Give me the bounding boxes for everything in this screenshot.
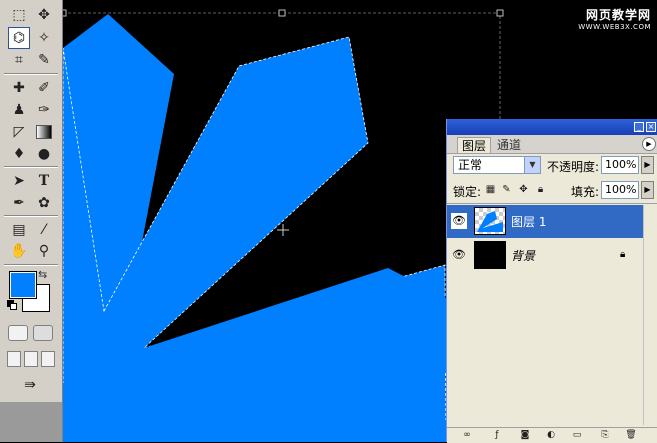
slice-icon[interactable]: ✎ — [33, 49, 55, 71]
transform-handle — [496, 9, 504, 17]
eye-icon[interactable]: 👁︎ — [451, 247, 467, 263]
screen-mode-full-button[interactable] — [41, 351, 55, 367]
lock-position-icon[interactable]: ✥ — [518, 184, 529, 196]
layer-row[interactable]: 👁︎ 图层 1 — [447, 205, 643, 238]
toolbox-bottom — [0, 402, 62, 442]
quick-mask-button[interactable] — [33, 325, 53, 341]
pen-icon[interactable]: ✒ — [8, 192, 30, 214]
blend-row: 正常 ▼ 不透明度: 100% ▶ — [447, 154, 657, 178]
layers-panel: _ × 图层 通道 ▶ 正常 ▼ 不透明度: 100% ▶ 锁定: ▦ ✎ ✥ … — [446, 119, 657, 443]
new-group-icon[interactable]: ▭ — [571, 429, 583, 441]
watermark-url: WWW.WEB3X.COM — [578, 23, 651, 31]
blend-mode-select[interactable]: 正常 ▼ — [453, 156, 541, 174]
layer-style-icon[interactable]: ƒ — [491, 429, 503, 441]
jump-to-imageready-icon[interactable]: ⇛ — [8, 374, 52, 396]
transform-handle — [278, 9, 286, 17]
eye-icon[interactable]: 👁︎ — [451, 213, 467, 229]
panel-titlebar[interactable]: _ × — [447, 119, 657, 135]
type-icon[interactable]: T — [33, 170, 55, 192]
minimize-icon[interactable]: _ — [634, 122, 644, 132]
lock-row: 锁定: ▦ ✎ ✥ 🔒︎ 填充: 100% ▶ — [447, 179, 657, 204]
panel-footer: ∞ ƒ ◙ ◐ ▭ ⎘ 🗑︎ — [447, 427, 657, 443]
lock-all-icon[interactable]: 🔒︎ — [535, 184, 546, 196]
eraser-icon[interactable]: ◸ — [8, 121, 30, 143]
crosshair-cursor-icon — [277, 224, 289, 236]
layer-name: 图层 1 — [511, 215, 547, 229]
trash-icon[interactable]: 🗑︎ — [625, 429, 637, 441]
fill-input[interactable]: 100% — [601, 181, 639, 199]
notes-icon[interactable]: ▤ — [8, 219, 30, 241]
zoom-icon[interactable]: ⚲ — [33, 240, 55, 262]
custom-shape-icon[interactable]: ✿ — [33, 192, 55, 214]
clone-stamp-icon[interactable]: ♟ — [8, 99, 30, 121]
hand-icon[interactable]: ✋ — [8, 240, 30, 262]
lock-icon: 🔒︎ — [620, 249, 626, 260]
watermark: 网页教学网 WWW.WEB3X.COM — [578, 6, 651, 31]
toolbox-separator — [4, 215, 58, 217]
new-layer-icon[interactable]: ⎘ — [599, 429, 611, 441]
path-select-icon[interactable]: ➤ — [8, 170, 30, 192]
adjustment-layer-icon[interactable]: ◐ — [545, 429, 557, 441]
tab-layers[interactable]: 图层 — [457, 137, 492, 153]
fill-slider-button[interactable]: ▶ — [641, 181, 654, 199]
panel-tabs: 图层 通道 ▶ — [447, 135, 657, 154]
blur-icon[interactable]: ♦ — [8, 143, 30, 165]
dodge-icon[interactable]: ● — [33, 143, 55, 165]
magic-wand-icon[interactable]: ✧ — [33, 27, 55, 49]
default-colors-icon[interactable] — [7, 300, 17, 310]
gradient-icon[interactable] — [33, 121, 55, 143]
lock-label: 锁定: — [453, 185, 482, 199]
healing-brush-icon[interactable]: ✚ — [8, 77, 30, 99]
toolbox-separator — [4, 73, 58, 75]
tab-channels[interactable]: 通道 — [493, 137, 525, 153]
close-icon[interactable]: × — [646, 122, 656, 132]
layer-thumb-shape — [477, 211, 503, 232]
chevron-down-icon[interactable]: ▼ — [524, 157, 540, 173]
layer-mask-icon[interactable]: ◙ — [519, 429, 531, 441]
transform-handle — [63, 9, 67, 17]
layers-scrollbar[interactable] — [643, 205, 657, 425]
lock-transparency-icon[interactable]: ▦ — [485, 184, 496, 196]
opacity-label: 不透明度: — [547, 160, 600, 174]
toolbox: ⬚ ✥ ⌬ ✧ ⌗ ✎ ✚ ✐ ♟ ✑ ◸ ♦ ● ➤ T ✒ ✿ ▤ ⁄ ✋ … — [0, 0, 63, 442]
rect-marquee-icon[interactable]: ⬚ — [8, 4, 30, 26]
fill-label: 填充: — [571, 185, 600, 199]
lock-pixels-icon[interactable]: ✎ — [501, 184, 512, 196]
swap-colors-icon[interactable]: ⇆ — [38, 268, 47, 281]
screen-mode-full-menu-button[interactable] — [24, 351, 38, 367]
toolbox-separator — [4, 264, 58, 266]
watermark-title: 网页教学网 — [585, 8, 651, 22]
brush-icon[interactable]: ✐ — [33, 77, 55, 99]
polygon-lasso-icon[interactable]: ⌬ — [8, 27, 30, 49]
crop-icon[interactable]: ⌗ — [8, 49, 30, 71]
toolbox-grip[interactable] — [0, 0, 4, 442]
screen-mode-standard-button[interactable] — [7, 351, 21, 367]
eyedropper-icon[interactable]: ⁄ — [33, 219, 55, 241]
opacity-input[interactable]: 100% — [601, 156, 639, 174]
opacity-slider-button[interactable]: ▶ — [641, 156, 654, 174]
layer-name: 背景 — [511, 249, 536, 263]
move-icon[interactable]: ✥ — [33, 4, 55, 26]
layer-row[interactable]: 👁︎ 背景 🔒︎ — [447, 239, 643, 272]
foreground-color-swatch[interactable] — [9, 271, 37, 299]
link-icon[interactable]: ∞ — [461, 429, 473, 441]
layer-thumbnail — [474, 207, 506, 235]
panel-menu-icon[interactable]: ▶ — [642, 137, 656, 151]
history-brush-icon[interactable]: ✑ — [33, 99, 55, 121]
blend-mode-value: 正常 — [458, 158, 483, 172]
toolbox-separator — [4, 166, 58, 168]
standard-mode-button[interactable] — [8, 325, 28, 341]
layer-thumbnail — [474, 241, 506, 269]
